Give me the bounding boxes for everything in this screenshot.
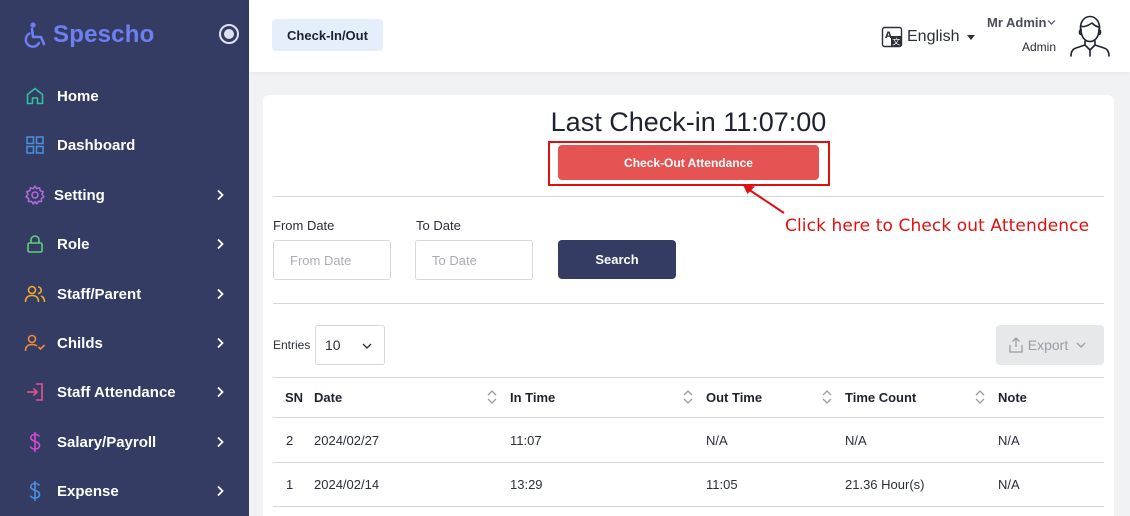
- users-icon: [24, 283, 46, 305]
- column-header-in-time[interactable]: In Time: [510, 390, 555, 405]
- entries-label: Entries: [273, 338, 311, 352]
- sidebar: Spescho Home Dashboard Setting Role Staf…: [0, 0, 249, 516]
- divider: [273, 303, 1104, 304]
- to-date-input[interactable]: To Date: [415, 240, 533, 280]
- sidebar-item-label: Staff/Parent: [57, 285, 142, 303]
- sidebar-toggle-button[interactable]: [219, 24, 239, 44]
- topbar: Check-In/Out A 文 English Mr Admin Admin: [249, 0, 1130, 72]
- cell-out-time: N/A: [706, 433, 728, 448]
- to-date-label: To Date: [416, 218, 461, 233]
- sidebar-item-dashboard[interactable]: Dashboard: [0, 123, 249, 167]
- chevron-right-icon: [217, 288, 224, 300]
- sort-icon[interactable]: [487, 389, 497, 405]
- sidebar-item-childs[interactable]: Childs: [0, 321, 249, 365]
- sidebar-item-label: Salary/Payroll: [57, 433, 157, 451]
- user-role: Admin: [1022, 40, 1057, 54]
- search-button[interactable]: Search: [558, 240, 676, 279]
- cell-note: N/A: [998, 433, 1020, 448]
- export-label: Export: [1027, 337, 1069, 353]
- login-icon: [24, 381, 46, 403]
- sidebar-item-label: Home: [57, 87, 99, 105]
- brand-name: Spescho: [53, 21, 155, 48]
- column-header-note[interactable]: Note: [998, 390, 1027, 405]
- share-icon: [1009, 337, 1023, 353]
- cell-date: 2024/02/27: [314, 433, 380, 448]
- column-header-date[interactable]: Date: [314, 390, 342, 405]
- cell-time-count: N/A: [845, 433, 867, 448]
- annotation-text: Click here to Check out Attendence: [785, 216, 1090, 236]
- divider: [273, 417, 1104, 418]
- dollar-icon: [24, 480, 46, 502]
- sidebar-item-label: Expense: [57, 482, 119, 500]
- sidebar-item-label: Staff Attendance: [57, 383, 176, 401]
- divider: [273, 196, 1104, 197]
- chevron-right-icon: [217, 337, 224, 349]
- user-name-dropdown[interactable]: Mr Admin: [987, 15, 1056, 30]
- column-header-time-count[interactable]: Time Count: [845, 390, 916, 405]
- sidebar-item-staff-parent[interactable]: Staff/Parent: [0, 272, 249, 316]
- svg-text:文: 文: [892, 37, 900, 47]
- chevron-down-icon: [362, 343, 372, 349]
- sidebar-item-label: Role: [57, 235, 90, 253]
- sort-icon[interactable]: [683, 389, 693, 405]
- chevron-right-icon: [217, 386, 224, 398]
- last-checkin-title: Last Check-in 11:07:00: [550, 107, 827, 137]
- language-label: English: [907, 28, 960, 45]
- sort-icon[interactable]: [822, 389, 832, 405]
- entries-value: 10: [325, 337, 341, 353]
- from-date-label: From Date: [273, 218, 335, 233]
- divider: [273, 377, 1104, 378]
- cell-date: 2024/02/14: [314, 477, 380, 492]
- cell-note: N/A: [998, 477, 1020, 492]
- cell-sn: 1: [286, 477, 294, 492]
- cell-in-time: 13:29: [510, 477, 543, 492]
- chevron-right-icon: [217, 485, 224, 497]
- annotation-arrow: [743, 185, 785, 214]
- column-header-sn[interactable]: SN: [285, 390, 303, 405]
- sidebar-item-home[interactable]: Home: [0, 74, 249, 118]
- lock-icon: [24, 233, 46, 255]
- svg-text:A: A: [885, 31, 892, 41]
- cell-time-count: 21.36 Hour(s): [845, 477, 925, 492]
- chevron-down-icon: [1076, 342, 1086, 348]
- check-out-attendance-button[interactable]: Check-Out Attendance: [558, 145, 819, 180]
- brand-logo[interactable]: Spescho: [22, 18, 154, 52]
- grid-icon: [24, 134, 46, 156]
- avatar[interactable]: [1067, 12, 1113, 58]
- sidebar-item-label: Dashboard: [57, 136, 136, 154]
- home-icon: [24, 85, 46, 107]
- user-check-icon: [24, 332, 46, 354]
- column-header-out-time[interactable]: Out Time: [706, 390, 762, 405]
- sidebar-item-role[interactable]: Role: [0, 222, 249, 266]
- user-name: Mr Admin: [987, 15, 1047, 30]
- sidebar-item-label: Setting: [54, 186, 105, 204]
- caret-down-icon: [967, 34, 976, 40]
- chevron-down-icon: [1048, 20, 1056, 25]
- divider: [273, 506, 1104, 507]
- cell-out-time: 11:05: [706, 477, 738, 492]
- wheelchair-icon: [24, 22, 46, 48]
- translate-icon: A 文: [881, 26, 903, 48]
- language-selector[interactable]: A 文 English: [881, 24, 976, 50]
- cell-sn: 2: [286, 433, 294, 448]
- chevron-right-icon: [217, 238, 224, 250]
- chevron-right-icon: [217, 189, 224, 201]
- tab-check-in-out[interactable]: Check-In/Out: [272, 19, 383, 51]
- sidebar-item-label: Childs: [57, 334, 103, 352]
- sidebar-item-salary-payroll[interactable]: Salary/Payroll: [0, 420, 249, 464]
- gear-icon: [24, 184, 46, 206]
- cell-in-time: 11:07: [510, 433, 542, 448]
- sort-icon[interactable]: [975, 389, 985, 405]
- check-in-out-card: Last Check-in 11:07:00 Check-Out Attenda…: [263, 95, 1114, 516]
- chevron-right-icon: [217, 436, 224, 448]
- sidebar-item-expense[interactable]: Expense: [0, 469, 249, 513]
- dollar-icon: [24, 431, 46, 453]
- sidebar-item-staff-attendance[interactable]: Staff Attendance: [0, 370, 249, 414]
- divider: [273, 462, 1104, 463]
- entries-select[interactable]: 10: [315, 325, 385, 365]
- export-button[interactable]: Export: [996, 325, 1104, 365]
- from-date-input[interactable]: From Date: [273, 240, 391, 280]
- sidebar-item-setting[interactable]: Setting: [0, 173, 249, 217]
